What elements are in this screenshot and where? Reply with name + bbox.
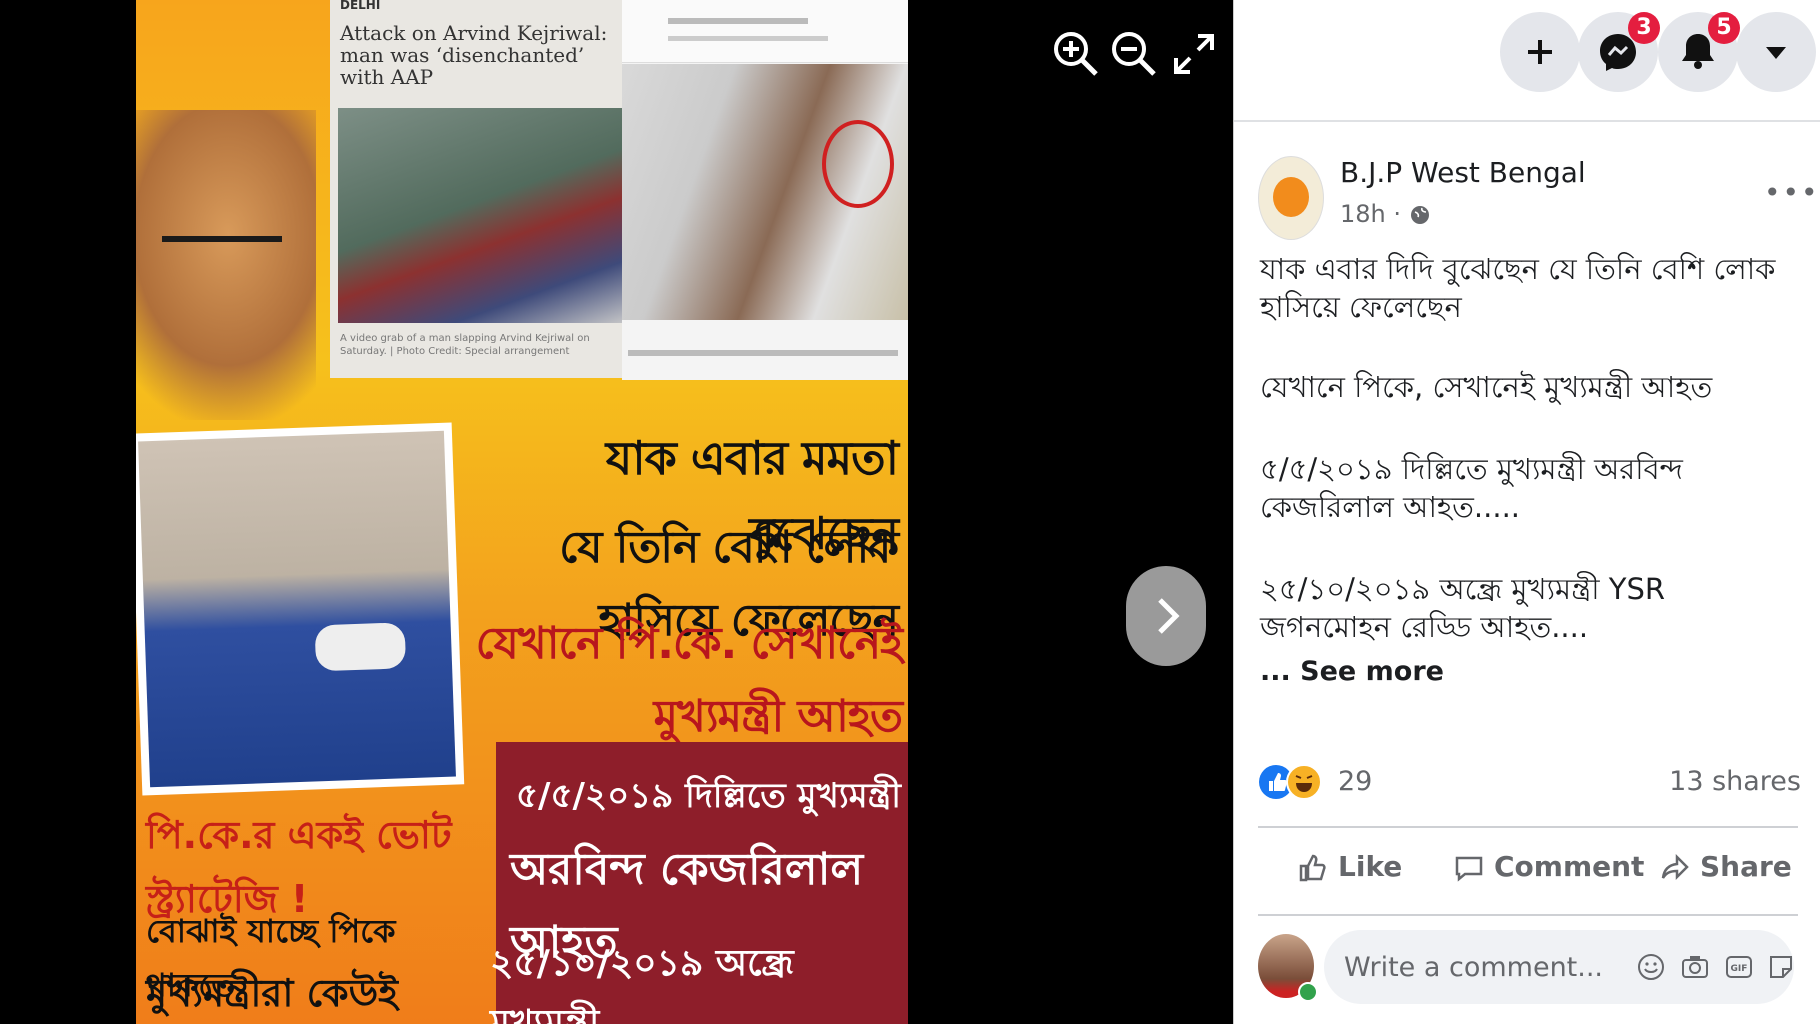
caret-down-icon	[1766, 47, 1786, 59]
account-menu-button[interactable]	[1736, 12, 1816, 92]
post-options-button[interactable]: •••	[1764, 176, 1820, 209]
emoji-icon[interactable]	[1636, 952, 1666, 982]
comment-icon	[1455, 856, 1483, 882]
post-paragraph-2: যেখানে পিকে, সেখানেই মুখ্যমন্ত্রী আহত	[1260, 370, 1713, 404]
share-label: Share	[1700, 850, 1792, 883]
reactions-count[interactable]: 29	[1338, 766, 1372, 797]
messenger-button[interactable]: 3	[1578, 12, 1660, 92]
post-time[interactable]: 18h ·	[1340, 200, 1409, 228]
divider	[1258, 826, 1798, 828]
post-photo[interactable]: DELHI Attack on Arvind Kejriwal: man was…	[136, 0, 908, 1024]
zoom-out-button[interactable]	[1108, 28, 1160, 80]
next-photo-button[interactable]	[1126, 566, 1206, 666]
share-button[interactable]: Share	[1658, 850, 1792, 885]
thumbs-up-icon	[1299, 854, 1326, 882]
post-paragraph-1: যাক এবার দিদি বুঝেছেন যে তিনি বেশি লোক হ…	[1260, 252, 1776, 324]
hospital-photo	[136, 422, 465, 796]
news-caption: A video grab of a man slapping Arvind Ke…	[340, 333, 590, 357]
fullscreen-icon	[1174, 34, 1214, 74]
share-icon	[1661, 853, 1689, 881]
news-clip-jagan	[622, 0, 908, 380]
notifications-button[interactable]: 5	[1658, 12, 1740, 92]
messenger-badge: 3	[1628, 12, 1660, 44]
image-left-line-3: মুখ্যমন্ত্রীরা কেউই	[146, 971, 398, 1015]
page-avatar[interactable]	[1258, 156, 1324, 240]
post-paragraph-3: ৫/৫/২০১৯ দিল্লিতে মুখ্যমন্ত্রী অরবিন্দ ক…	[1260, 452, 1683, 524]
news-headline: Attack on Arvind Kejriwal: man was ‘dise…	[340, 21, 608, 89]
comment-button[interactable]: Comment	[1452, 850, 1644, 885]
globe-icon	[1410, 206, 1429, 224]
photo-person-portrait	[136, 110, 316, 420]
photo-viewer: DELHI Attack on Arvind Kejriwal: man was…	[0, 0, 1233, 1024]
zoom-in-icon	[1054, 32, 1098, 76]
plus-icon	[1528, 40, 1552, 64]
haha-reaction-icon	[1286, 764, 1322, 800]
news-dateline: DELHI	[340, 0, 381, 12]
post-meta: 18h ·	[1340, 200, 1431, 228]
chevron-right-icon	[1158, 598, 1180, 634]
post-paragraph-4: ২৫/১০/২০১৯ অন্ধ্রে মুখ্যমন্ত্রী YSR জগনম…	[1260, 572, 1666, 644]
comment-label: Comment	[1494, 850, 1645, 883]
panel-line-1: ৫/৫/২০১৯ দিল্লিতে মুখ্যমন্ত্রী	[516, 776, 901, 816]
image-line-3: যেখানে পি.কে. সেখানেই মুখ্যমন্ত্রী আহত	[475, 618, 903, 742]
zoom-in-button[interactable]	[1050, 28, 1102, 80]
sticker-icon[interactable]	[1766, 952, 1796, 982]
news-clip-kejriwal: DELHI Attack on Arvind Kejriwal: man was…	[330, 0, 640, 378]
fullscreen-button[interactable]	[1168, 28, 1220, 80]
online-status-dot	[1298, 982, 1318, 1002]
svg-text:GIF: GIF	[1731, 964, 1748, 974]
like-label: Like	[1338, 850, 1403, 883]
camera-icon[interactable]	[1680, 952, 1710, 982]
divider	[1258, 914, 1798, 916]
see-more-link[interactable]: ... See more	[1260, 656, 1444, 687]
post-sidebar: 3 5 B.J.P West Bengal 18h · ••• যাক এবার…	[1233, 0, 1820, 1024]
create-button[interactable]	[1500, 12, 1580, 92]
gif-icon[interactable]: GIF	[1724, 952, 1754, 982]
like-button[interactable]: Like	[1296, 850, 1402, 885]
comment-placeholder: Write a comment...	[1344, 952, 1604, 983]
shares-count[interactable]: 13 shares	[1669, 766, 1801, 797]
zoom-out-icon	[1112, 32, 1156, 76]
panel-line-3: ২৫/১০/২০১৯ অন্ধ্রে মুখ্যমন্ত্রী	[490, 943, 794, 1024]
page-name[interactable]: B.J.P West Bengal	[1340, 156, 1586, 189]
top-bar: 3 5	[1234, 0, 1820, 122]
